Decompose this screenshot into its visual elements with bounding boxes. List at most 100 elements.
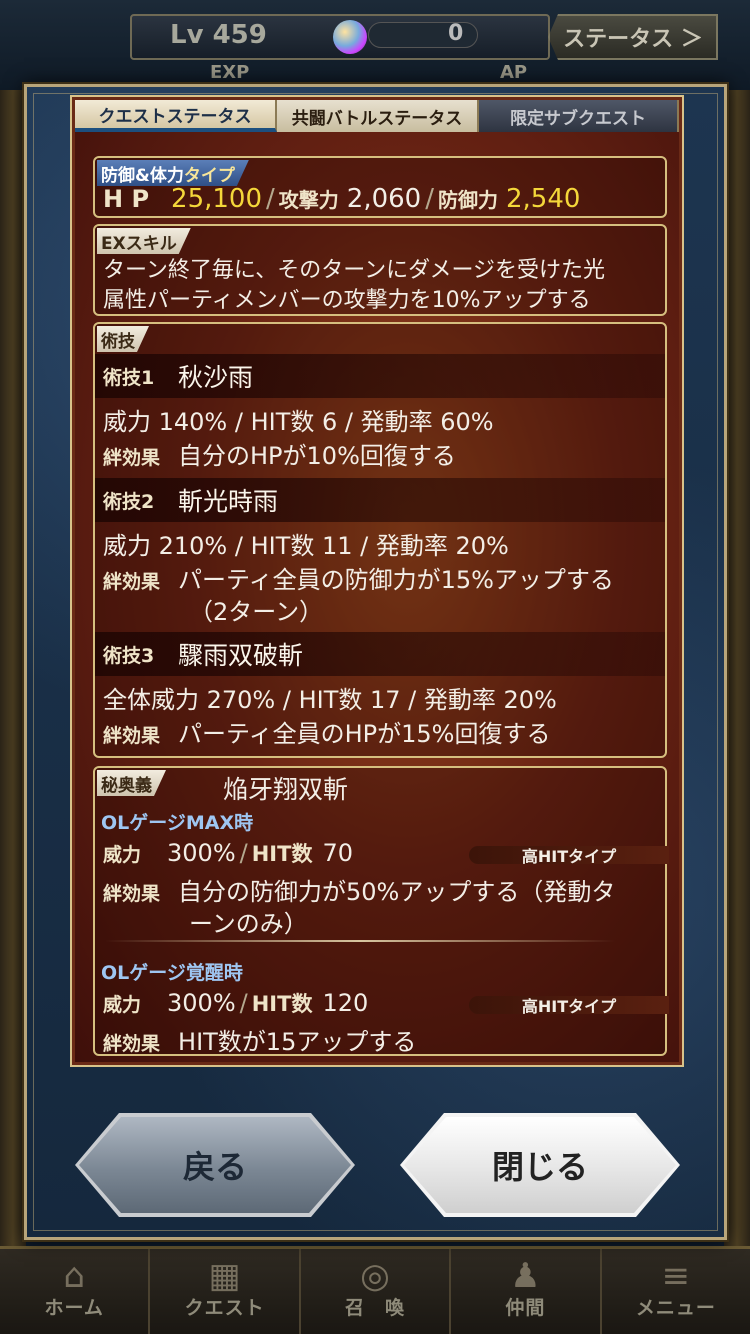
bond-label: 絆効果 <box>103 1033 161 1055</box>
ougi-section: 秘奥義 焔牙翔双斬 OLゲージMAX時 威力 300% / HIT数 70 高HITタイ… <box>93 766 669 1057</box>
level-label: Lv 459 <box>170 20 267 50</box>
orb-count: 0 <box>448 21 464 46</box>
skill-name: 驟雨双破斬 <box>178 641 304 670</box>
back-button[interactable]: 戻る <box>75 1113 355 1217</box>
hit-value: 70 <box>322 839 353 867</box>
bond-label: 絆効果 <box>103 883 161 905</box>
ougi-name: 焔牙翔双斬 <box>223 775 349 804</box>
nav-label: 仲間 <box>505 1297 546 1319</box>
bond-label: 絆効果 <box>103 447 161 469</box>
ex-skill-line: 属性パーティメンバーの攻撃力を10%アップする <box>103 288 591 313</box>
tab-limited-subquest[interactable]: 限定サブクエスト <box>479 100 679 132</box>
nav-summon[interactable]: ◎ 召 喚 <box>301 1249 452 1334</box>
skill-2-stats: 威力 210% / HIT数 11 / 発動率 20% <box>103 532 509 560</box>
skill-1-stats: 威力 140% / HIT数 6 / 発動率 60% <box>103 408 494 436</box>
ol-awake-bond: 絆効果 HIT数が15アップする <box>103 1022 416 1057</box>
close-button[interactable]: 閉じる <box>400 1113 680 1217</box>
summon-icon: ◎ <box>360 1256 390 1296</box>
tab-quest-status[interactable]: クエストステータス <box>75 100 277 132</box>
skill-3-stats: 全体威力 270% / HIT数 17 / 発動率 20% <box>103 686 557 714</box>
def-value: 2,540 <box>505 184 581 214</box>
hit-type-badge: 高HITタイプ <box>469 996 669 1016</box>
nav-home[interactable]: ⌂ ホーム <box>0 1249 151 1334</box>
power-label: 威力 <box>103 994 142 1016</box>
skill-3-bond: 絆効果 パーティ全員のHPが15%回復する <box>103 714 550 749</box>
exp-label: EXP <box>210 62 250 83</box>
status-modal: クエストステータス 共闘バトルステータス 限定サブクエスト 防御&体力 タイプ H… <box>24 84 727 1240</box>
ougi-tag: 秘奥義 <box>97 770 166 796</box>
power-label: 威力 <box>103 844 142 866</box>
home-icon: ⌂ <box>63 1256 85 1296</box>
skill-1-header: 術技1 秋沙雨 <box>95 354 665 398</box>
hp-label: H P <box>103 185 150 213</box>
ol-max-title: OLゲージMAX時 <box>101 812 254 834</box>
bond-label: 絆効果 <box>103 725 161 747</box>
skill-2-bond-cont: （2ターン） <box>189 598 324 626</box>
bond-text: パーティ全員の防御力が15%アップする <box>178 566 614 594</box>
ex-skill-line: ターン終了毎に、そのターンにダメージを受けた光 <box>103 258 606 283</box>
arts-section: 術技 術技1 秋沙雨 威力 140% / HIT数 6 / 発動率 60% 絆効… <box>93 322 667 758</box>
ol-max-bond: 絆効果 自分の防御力が50%アップする（発動タ <box>103 872 615 907</box>
skill-key: 術技2 <box>103 490 155 513</box>
nav-menu[interactable]: ≡ メニュー <box>602 1249 750 1334</box>
def-label: 防御力 <box>437 188 498 212</box>
nav-label: クエスト <box>184 1297 265 1319</box>
bottom-nav: ⌂ ホーム ▦ クエスト ◎ 召 喚 ♟ 仲間 ≡ メニュー <box>0 1246 750 1334</box>
hp-value: 25,100 <box>171 184 263 214</box>
skill-2-bond: 絆効果 パーティ全員の防御力が15%アップする <box>103 560 614 595</box>
hit-label: HIT数 <box>251 842 313 866</box>
status-button[interactable]: ステータス ＞ <box>548 14 718 60</box>
bond-text: パーティ全員のHPが15%回復する <box>178 720 551 748</box>
type-tag-tail: タイプ <box>183 165 235 186</box>
tab-coop-battle-status[interactable]: 共闘バトルステータス <box>277 100 479 132</box>
arts-tag: 術技 <box>97 326 149 352</box>
hit-value: 120 <box>322 989 369 1017</box>
map-icon: ▦ <box>208 1256 241 1296</box>
atk-value: 2,060 <box>346 184 422 214</box>
hit-label: HIT数 <box>251 992 313 1016</box>
divider <box>105 940 615 942</box>
status-panel: クエストステータス 共闘バトルステータス 限定サブクエスト 防御&体力 タイプ H… <box>70 95 684 1067</box>
ex-skill-section: EXスキル ターン終了毎に、そのターンにダメージを受けた光 属性パーティメンバー… <box>93 224 667 316</box>
tab-bar: クエストステータス 共闘バトルステータス 限定サブクエスト <box>75 100 679 132</box>
close-button-label: 閉じる <box>491 1148 588 1186</box>
menu-icon: ≡ <box>661 1256 691 1296</box>
bond-text: HIT数が15アップする <box>178 1028 417 1056</box>
power-value: 300% <box>167 839 236 867</box>
ap-label: AP <box>500 62 528 83</box>
bond-text: 自分のHPが10%回復する <box>178 442 456 470</box>
skill-name: 秋沙雨 <box>178 363 254 392</box>
ol-max-stats: 威力 300% / HIT数 70 <box>103 839 353 867</box>
stats-line: H P 25,100/攻撃力 2,060/防御力 2,540 <box>103 184 581 214</box>
skill-name: 斬光時雨 <box>178 487 279 516</box>
ol-awake-stats: 威力 300% / HIT数 120 <box>103 989 369 1017</box>
status-button-label: ステータス ＞ <box>563 27 703 52</box>
atk-label: 攻撃力 <box>278 188 339 212</box>
frame-left <box>0 90 26 1250</box>
type-tag: 防御&体力 タイプ <box>97 160 249 186</box>
skill-2-header: 術技2 斬光時雨 <box>95 478 665 522</box>
stats-section: 防御&体力 タイプ H P 25,100/攻撃力 2,060/防御力 2,540 <box>93 156 667 218</box>
ol-max-bond-cont: ーンのみ） <box>189 910 308 938</box>
skill-key: 術技1 <box>103 366 155 389</box>
nav-ally[interactable]: ♟ 仲間 <box>451 1249 602 1334</box>
skill-key: 術技3 <box>103 644 155 667</box>
nav-label: 召 喚 <box>345 1297 406 1319</box>
ally-icon: ♟ <box>510 1256 541 1296</box>
ex-skill-text: ターン終了毎に、そのターンにダメージを受けた光 属性パーティメンバーの攻撃力を1… <box>103 256 657 316</box>
skill-3-header: 術技3 驟雨双破斬 <box>95 632 665 676</box>
bond-label: 絆効果 <box>103 571 161 593</box>
nav-quest[interactable]: ▦ クエスト <box>150 1249 301 1334</box>
orb-icon <box>333 20 367 54</box>
back-button-label: 戻る <box>182 1148 247 1186</box>
skill-1-bond: 絆効果 自分のHPが10%回復する <box>103 436 456 471</box>
frame-right <box>724 90 750 1250</box>
nav-label: ホーム <box>44 1297 104 1319</box>
power-value: 300% <box>167 989 236 1017</box>
type-tag-main: 防御&体力 <box>101 165 184 186</box>
ol-awake-title: OLゲージ覚醒時 <box>101 962 243 984</box>
bond-text: 自分の防御力が50%アップする（発動タ <box>178 878 616 906</box>
nav-label: メニュー <box>635 1297 716 1319</box>
hit-type-badge: 高HITタイプ <box>469 846 669 866</box>
ex-skill-tag: EXスキル <box>97 228 191 254</box>
